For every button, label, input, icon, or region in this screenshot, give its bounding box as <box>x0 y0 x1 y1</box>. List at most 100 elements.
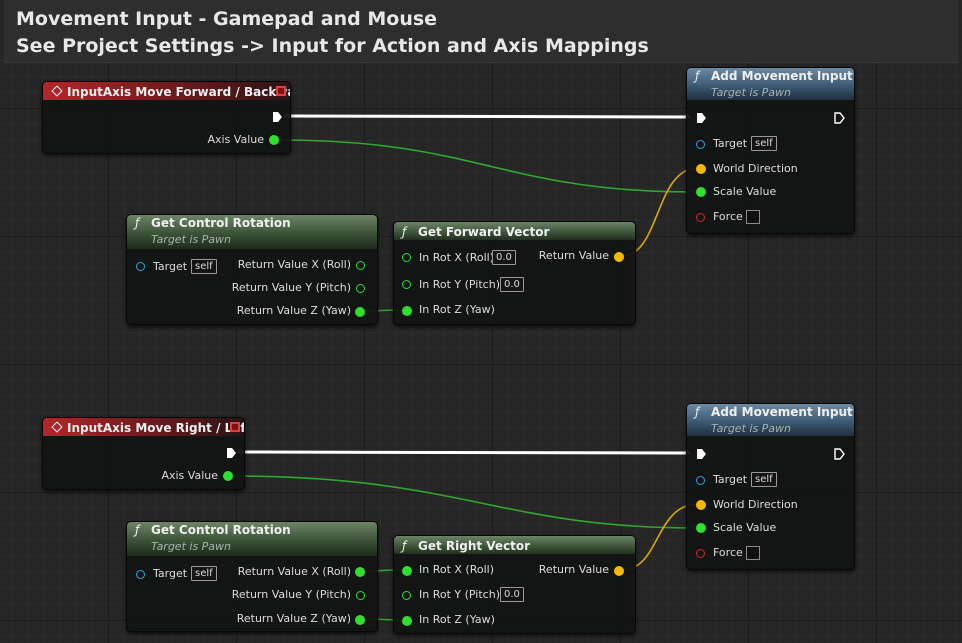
add-movement-input-header: ƒ Add Movement Input Target is Pawn <box>687 68 854 100</box>
target-pin-icon[interactable] <box>136 570 145 579</box>
get-right-vector-header: ƒ Get Right Vector <box>394 536 635 554</box>
target-label: Target <box>713 473 748 486</box>
function-f-icon: ƒ <box>402 539 407 553</box>
return-x-pin-icon[interactable] <box>355 567 365 577</box>
event-node-title: InputAxis Move Right / Left <box>67 421 244 435</box>
return-x-label: Return Value X (Roll) <box>237 258 351 271</box>
in-rot-z-pin-icon[interactable] <box>402 306 412 316</box>
add-movement-input-node[interactable]: ƒ Add Movement Input Target is Pawn Targ… <box>686 403 855 570</box>
target-pin-icon[interactable] <box>696 476 705 485</box>
target-label: Target <box>153 260 188 273</box>
get-control-rotation-node[interactable]: ƒ Get Control Rotation Target is Pawn Ta… <box>126 521 378 632</box>
node-title: Add Movement Input <box>711 405 853 419</box>
return-z-pin-icon[interactable] <box>355 307 365 317</box>
target-pin-icon[interactable] <box>136 262 145 271</box>
return-value-pin-icon[interactable] <box>614 252 624 262</box>
in-rot-y-pin-icon[interactable] <box>402 591 411 600</box>
exec-out-pin-icon[interactable] <box>834 448 845 460</box>
node-title: Get Control Rotation <box>151 523 291 537</box>
scale-value-label: Scale Value <box>713 521 777 534</box>
return-value-label: Return Value <box>538 563 609 576</box>
node-title: Get Right Vector <box>418 539 531 553</box>
exec-out-pin-icon[interactable] <box>226 447 237 459</box>
get-control-rotation-node[interactable]: ƒ Get Control Rotation Target is Pawn Ta… <box>126 214 378 325</box>
event-diamond-icon <box>51 85 63 97</box>
in-rot-y-field[interactable]: 0.0 <box>500 587 524 602</box>
node-subtitle: Target is Pawn <box>151 233 232 246</box>
node-title: Add Movement Input <box>711 69 853 83</box>
target-pin-icon[interactable] <box>696 140 705 149</box>
in-rot-x-label: In Rot X (Roll) <box>419 563 495 576</box>
in-rot-x-pin-icon[interactable] <box>402 253 411 262</box>
target-default-field[interactable]: self <box>751 136 777 151</box>
function-f-icon: ƒ <box>402 225 407 239</box>
event-node-header: InputAxis Move Right / Left <box>43 418 244 436</box>
target-default-field[interactable]: self <box>751 472 777 487</box>
function-f-icon: ƒ <box>135 523 140 537</box>
axis-value-pin-icon[interactable] <box>223 471 233 481</box>
add-movement-input-node[interactable]: ƒ Add Movement Input Target is Pawn Targ… <box>686 67 855 234</box>
in-rot-x-field[interactable]: 0.0 <box>492 250 516 265</box>
event-delegate-pin-icon[interactable] <box>276 86 286 96</box>
target-label: Target <box>713 137 748 150</box>
world-direction-pin-icon[interactable] <box>696 500 706 510</box>
return-y-label: Return Value Y (Pitch) <box>231 281 351 294</box>
return-y-pin-icon[interactable] <box>356 591 365 600</box>
axis-value-label: Axis Value <box>161 469 218 482</box>
node-subtitle: Target is Pawn <box>711 86 792 99</box>
get-control-rotation-header: ƒ Get Control Rotation Target is Pawn <box>127 215 377 249</box>
in-rot-y-label: In Rot Y (Pitch) <box>419 278 500 291</box>
in-rot-y-label: In Rot Y (Pitch) <box>419 588 500 601</box>
exec-wire-lower <box>237 450 691 455</box>
inputaxis-right-event-node[interactable]: InputAxis Move Right / Left Axis Value <box>42 417 245 490</box>
scale-value-pin-icon[interactable] <box>696 187 706 197</box>
force-checkbox[interactable] <box>746 210 760 224</box>
add-movement-input-header: ƒ Add Movement Input Target is Pawn <box>687 404 854 436</box>
return-z-pin-icon[interactable] <box>355 615 365 625</box>
get-forward-vector-node[interactable]: ƒ Get Forward Vector In Rot X (Roll) 0.0… <box>393 221 636 325</box>
in-rot-z-label: In Rot Z (Yaw) <box>419 303 495 316</box>
return-value-pin-icon[interactable] <box>614 566 624 576</box>
event-node-header: InputAxis Move Forward / Backward <box>43 82 290 100</box>
return-x-label: Return Value X (Roll) <box>237 565 351 578</box>
in-rot-x-pin-icon[interactable] <box>402 566 412 576</box>
in-rot-z-label: In Rot Z (Yaw) <box>419 613 495 626</box>
return-y-pin-icon[interactable] <box>356 284 365 293</box>
exec-out-pin-icon[interactable] <box>834 112 845 124</box>
get-right-vector-node[interactable]: ƒ Get Right Vector In Rot X (Roll) Retur… <box>393 535 636 634</box>
function-f-icon: ƒ <box>695 69 700 83</box>
world-direction-label: World Direction <box>713 498 798 511</box>
world-direction-pin-icon[interactable] <box>696 164 706 174</box>
inputaxis-forward-event-node[interactable]: InputAxis Move Forward / Backward Axis V… <box>42 81 291 154</box>
in-rot-y-pin-icon[interactable] <box>402 280 411 289</box>
target-default-field[interactable]: self <box>191 566 217 581</box>
scale-value-pin-icon[interactable] <box>696 523 706 533</box>
axis-value-pin-icon[interactable] <box>269 135 279 145</box>
axis-value-label: Axis Value <box>207 133 264 146</box>
force-pin-icon[interactable] <box>696 213 705 222</box>
return-z-label: Return Value Z (Yaw) <box>236 304 351 317</box>
force-checkbox[interactable] <box>746 546 760 560</box>
exec-in-pin-icon[interactable] <box>696 112 707 124</box>
world-direction-label: World Direction <box>713 162 798 175</box>
target-default-field[interactable]: self <box>191 259 217 274</box>
exec-in-pin-icon[interactable] <box>696 448 707 460</box>
return-x-pin-icon[interactable] <box>356 261 365 270</box>
node-title: Get Forward Vector <box>418 225 550 239</box>
axis-wire-upper <box>277 139 697 193</box>
return-y-label: Return Value Y (Pitch) <box>231 588 351 601</box>
exec-out-pin-icon[interactable] <box>272 111 283 123</box>
force-label: Force <box>713 546 743 559</box>
event-node-title: InputAxis Move Forward / Backward <box>67 85 290 99</box>
return-z-label: Return Value Z (Yaw) <box>236 612 351 625</box>
node-subtitle: Target is Pawn <box>151 540 232 553</box>
function-f-icon: ƒ <box>135 216 140 230</box>
target-label: Target <box>153 567 188 580</box>
force-pin-icon[interactable] <box>696 549 705 558</box>
node-subtitle: Target is Pawn <box>711 422 792 435</box>
return-value-label: Return Value <box>538 249 609 262</box>
in-rot-y-field[interactable]: 0.0 <box>500 277 524 292</box>
event-delegate-pin-icon[interactable] <box>230 422 240 432</box>
in-rot-z-pin-icon[interactable] <box>402 616 412 626</box>
exec-wire-upper <box>283 114 691 119</box>
